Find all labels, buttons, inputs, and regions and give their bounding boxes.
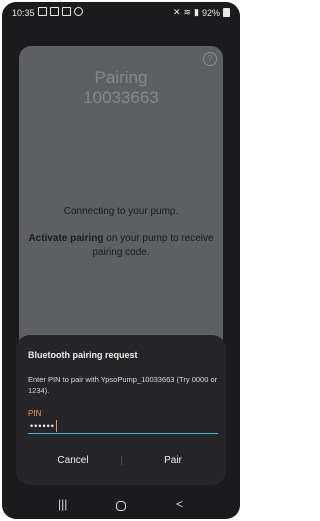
search-icon xyxy=(74,7,83,16)
back-button[interactable]: < xyxy=(176,497,183,511)
mail-icon xyxy=(38,7,47,16)
activate-bold-text: Activate pairing xyxy=(28,233,104,244)
title-line-2: 10033663 xyxy=(83,88,159,107)
cancel-button[interactable]: Cancel xyxy=(28,451,118,469)
app-icon xyxy=(50,7,59,16)
recent-apps-button[interactable]: ||| xyxy=(58,497,67,511)
text-caret xyxy=(56,420,57,432)
wifi-icon: ≋ xyxy=(183,7,192,17)
phone-screen: 10:35 ✕ ≋ ▮ 92% ? Pairing 10033663 Conne… xyxy=(2,2,240,519)
button-divider xyxy=(121,456,122,465)
status-time: 10:35 xyxy=(12,8,35,18)
notification-icons xyxy=(38,7,83,16)
system-icons: ✕ ≋ ▮ 92% xyxy=(173,7,230,18)
page-title: Pairing 10033663 xyxy=(19,68,223,108)
help-icon[interactable]: ? xyxy=(203,52,217,66)
image-icon xyxy=(62,7,71,16)
home-button[interactable] xyxy=(116,501,126,511)
activate-instruction: Activate pairing on your pump to receive… xyxy=(27,232,215,260)
status-bar: 10:35 ✕ ≋ ▮ 92% xyxy=(2,2,240,24)
battery-percent: 92% xyxy=(201,7,220,18)
pin-label: PIN xyxy=(28,409,42,418)
navigation-bar: ||| < xyxy=(2,492,240,519)
connecting-text: Connecting to your pump. xyxy=(63,206,179,217)
signal-icon: ▮ xyxy=(194,7,199,17)
bluetooth-pairing-dialog: Bluetooth pairing request Enter PIN to p… xyxy=(16,335,226,485)
pair-button[interactable]: Pair xyxy=(128,451,218,469)
title-line-1: Pairing xyxy=(94,68,148,87)
dialog-message: Enter PIN to pair with YpsoPump_10033663… xyxy=(28,375,218,395)
battery-icon xyxy=(223,8,230,17)
mute-icon: ✕ xyxy=(172,7,181,17)
activate-rest-text: on your pump to receive pairing code. xyxy=(92,233,214,258)
dialog-title: Bluetooth pairing request xyxy=(28,350,138,360)
